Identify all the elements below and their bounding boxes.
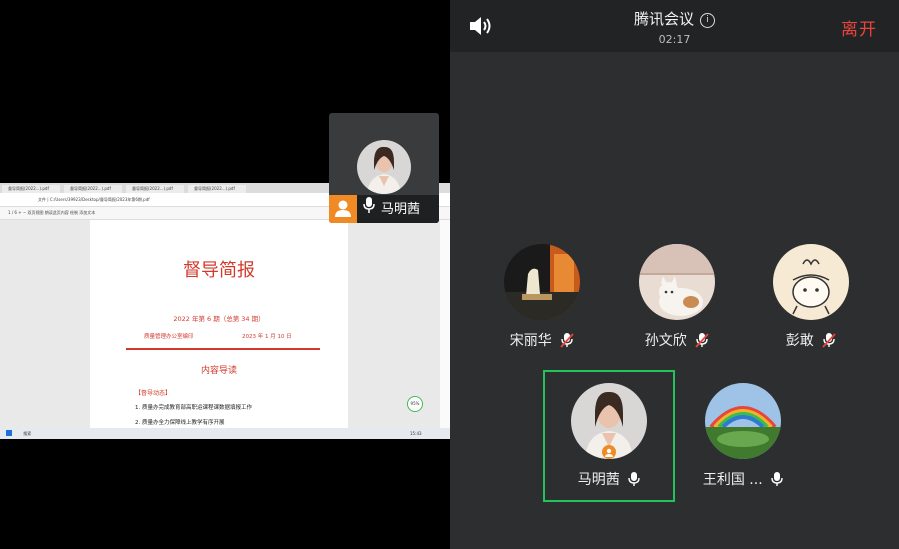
avatar [357, 140, 411, 194]
taskbar-search[interactable]: 搜索 [23, 431, 31, 436]
participant-name-text: 彭敢 [785, 333, 814, 349]
participant-name-text: 宋丽华 [509, 333, 552, 349]
info-icon[interactable]: i [700, 13, 715, 28]
mic-icon [628, 471, 640, 491]
doc-date: 2023 年 1 月 10 日 [242, 334, 292, 340]
participant-tile[interactable]: 王利国 ... [688, 383, 798, 491]
meeting-top-bar: 腾讯会议 i 02:17 离开 [450, 0, 899, 52]
meeting-timer: 02:17 [658, 33, 691, 46]
pdf-toolbar-text: 1 / 6 + − 双页视图 朗读此页内容 绘制 添加文本 [8, 210, 96, 215]
doc-org: 质量管理办公室编印 [144, 334, 194, 340]
doc-section: 【督导动态】 [135, 390, 172, 397]
avatar [639, 244, 715, 320]
windows-taskbar: 搜索 15:43 [0, 428, 450, 439]
meeting-title: 腾讯会议 i [450, 8, 899, 29]
host-badge-icon [602, 445, 616, 459]
participant-name: 王利国 ... [688, 469, 798, 491]
mic-icon [771, 471, 783, 491]
doc-line: 1. 质量办完成教育部高职运课程课数据填报工作 [135, 405, 252, 411]
pdf-page: 督导简报 2022 年第 6 期（总第 34 期） 质量管理办公室编印 2023… [90, 220, 348, 428]
windows-icon[interactable] [6, 430, 12, 436]
participant-name: 马明茜 [554, 469, 664, 491]
participant-tile[interactable]: 孙文欣 [622, 244, 732, 352]
doc-divider [126, 348, 320, 350]
participant-name-text: 马明茜 [577, 472, 620, 488]
avatar [705, 383, 781, 459]
browser-tab[interactable]: 督导简报(2022...).pdf [188, 185, 246, 193]
shared-screen-panel: 督导简报(2022...).pdf 督导简报(2022...).pdf 督导简报… [0, 0, 450, 549]
pdf-viewer: 督导简报 2022 年第 6 期（总第 34 期） 质量管理办公室编印 2023… [0, 220, 440, 428]
mic-muted-icon [560, 332, 574, 352]
avatar [504, 244, 580, 320]
browser-tab[interactable]: 督导简报(2022...).pdf [2, 185, 60, 193]
avatar [571, 383, 647, 459]
doc-issue: 2022 年第 6 期（总第 34 期） [173, 315, 265, 323]
host-icon [329, 195, 357, 223]
participant-name: 宋丽华 [487, 330, 597, 352]
participant-tile[interactable]: 马明茜 [554, 383, 664, 491]
participant-tile[interactable]: 宋丽华 [487, 244, 597, 352]
mic-muted-icon [695, 332, 709, 352]
participant-name-text: 孙文欣 [644, 333, 687, 349]
mic-muted-icon [822, 332, 836, 352]
taskbar-clock: 15:43 [410, 431, 422, 436]
mic-icon [362, 196, 376, 218]
doc-heading: 内容导读 [200, 366, 237, 376]
leave-button[interactable]: 离开 [841, 15, 877, 40]
doc-title: 督导简报 [183, 260, 255, 281]
participant-name-text: 王利国 ... [702, 472, 763, 488]
participant-name: 彭敢 [756, 330, 866, 352]
meeting-title-text: 腾讯会议 [633, 10, 694, 28]
browser-tab[interactable]: 督导简报(2022...).pdf [64, 185, 122, 193]
participant-tile[interactable]: 彭敢 [756, 244, 866, 352]
browser-sidebar [440, 220, 450, 428]
doc-line: 2. 质量办全力保障线上教学有序开展 [135, 420, 225, 426]
participant-name: 孙文欣 [622, 330, 732, 352]
browser-tab[interactable]: 督导简报(2022...).pdf [126, 185, 184, 193]
address-text: 文件 | C:/Users/39923/Desktop/督导简报/2023年第6… [38, 197, 150, 202]
floating-video-name: 马明茜 [381, 202, 421, 217]
zoom-badge: 95% [407, 396, 423, 412]
floating-video-tile[interactable]: 马明茜 [329, 113, 439, 223]
avatar [773, 244, 849, 320]
